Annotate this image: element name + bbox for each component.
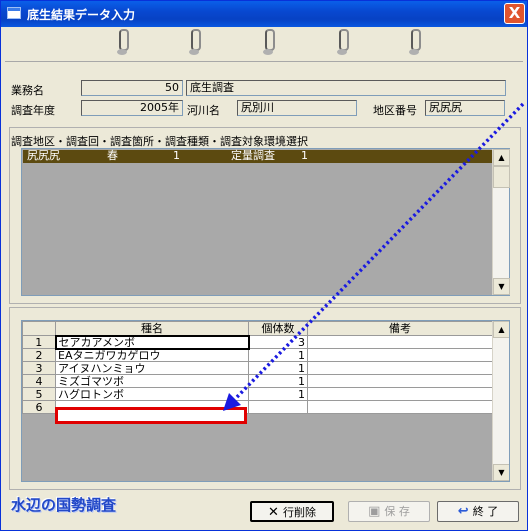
row-number: 1 xyxy=(22,335,56,349)
list-kasho: 1 xyxy=(173,149,180,162)
name-cell[interactable]: アイヌハンミョウ xyxy=(55,361,249,375)
exit-arrow-icon: ↩ xyxy=(457,504,469,519)
column-header-note[interactable]: 備考 xyxy=(307,321,493,336)
kasen-label: 河川名 xyxy=(187,104,220,117)
list-chiku: 尻尻尻 xyxy=(27,149,60,162)
nendo-field: 2005年 xyxy=(81,100,183,116)
note-cell[interactable] xyxy=(307,348,493,362)
delete-row-button[interactable]: ✕ 行削除 xyxy=(250,501,334,522)
note-cell[interactable] xyxy=(307,335,493,349)
count-cell[interactable] xyxy=(248,400,308,414)
species-grid[interactable]: 種名 個体数 備考 1 セアカアメンボ 3 2 EAタニガワカゲロウ 1 3 ア… xyxy=(21,320,510,482)
title-bar: 底生結果データ入力 X xyxy=(1,1,527,27)
exit-button[interactable]: ↩ 終 了 xyxy=(437,501,519,522)
spiral-ring-icon xyxy=(189,27,201,57)
row-number: 2 xyxy=(22,348,56,362)
x-icon: ✕ xyxy=(268,505,279,520)
window-icon xyxy=(7,7,21,19)
list-kankyo: 1 xyxy=(301,149,308,162)
chiku-field: 尻尻尻 xyxy=(425,100,505,116)
list-shurui: 定量調査 xyxy=(231,149,275,162)
count-cell[interactable]: 3 xyxy=(248,335,308,349)
nendo-label: 調査年度 xyxy=(11,104,55,117)
name-cell[interactable]: ミズゴマツボ xyxy=(55,374,249,388)
count-cell[interactable]: 1 xyxy=(248,374,308,388)
save-button[interactable]: ▣ 保 存 xyxy=(348,501,430,522)
spiral-ring-icon xyxy=(117,27,129,57)
table-row[interactable]: 5 ハグロトンボ 1 xyxy=(22,387,493,401)
grid-scrollbar[interactable]: ▲ ▼ xyxy=(492,321,509,481)
name-cell[interactable]: EAタニガワカゲロウ xyxy=(55,348,249,362)
chiku-label: 地区番号 xyxy=(373,104,417,117)
note-cell[interactable] xyxy=(307,361,493,375)
note-cell[interactable] xyxy=(307,387,493,401)
list-item[interactable]: 尻尻尻 春 1 定量調査 1 xyxy=(23,150,492,163)
species-table: 種名 個体数 備考 1 セアカアメンボ 3 2 EAタニガワカゲロウ 1 3 ア… xyxy=(22,321,493,414)
name-cell[interactable]: ハグロトンボ xyxy=(55,387,249,401)
note-cell[interactable] xyxy=(307,400,493,414)
selection-label: 調査地区・調査回・調査箇所・調査種類・調査対象環境選択 xyxy=(11,135,308,148)
table-row[interactable]: 1 セアカアメンボ 3 xyxy=(22,334,493,350)
row-number: 6 xyxy=(22,400,56,414)
listbox-scrollbar[interactable]: ▲ ▼ xyxy=(492,149,510,295)
scroll-thumb[interactable] xyxy=(493,166,510,188)
gyomu-name-field: 底生調査 xyxy=(186,80,506,96)
count-cell[interactable]: 1 xyxy=(248,361,308,375)
new-row-name-input[interactable] xyxy=(55,407,247,424)
delete-row-label: 行削除 xyxy=(282,506,316,519)
row-number: 3 xyxy=(22,361,56,375)
floppy-disk-icon: ▣ xyxy=(368,504,381,519)
row-number: 4 xyxy=(22,374,56,388)
exit-label: 終 了 xyxy=(472,505,499,518)
count-cell[interactable]: 1 xyxy=(248,387,308,401)
grid-header-row: 種名 個体数 備考 xyxy=(22,321,493,336)
column-header-count[interactable]: 個体数 xyxy=(248,321,308,336)
separator xyxy=(5,61,523,62)
table-row[interactable]: 3 アイヌハンミョウ 1 xyxy=(22,361,493,375)
kasen-field: 尻別川 xyxy=(237,100,357,116)
triangle-down-icon[interactable]: ▼ xyxy=(493,464,509,481)
triangle-up-icon[interactable]: ▲ xyxy=(493,149,510,166)
row-header-corner xyxy=(22,321,56,336)
triangle-up-icon[interactable]: ▲ xyxy=(493,321,509,338)
spiral-ring-icon xyxy=(337,27,349,57)
window-title: 底生結果データ入力 xyxy=(27,8,136,22)
gyomu-no-field: 50 xyxy=(81,80,183,96)
count-cell[interactable]: 1 xyxy=(248,348,308,362)
gyomu-label: 業務名 xyxy=(11,84,44,97)
row-number: 5 xyxy=(22,387,56,401)
table-row[interactable]: 4 ミズゴマツボ 1 xyxy=(22,374,493,388)
triangle-down-icon[interactable]: ▼ xyxy=(493,278,510,295)
name-cell[interactable]: セアカアメンボ xyxy=(54,334,250,350)
selection-listbox[interactable]: 尻尻尻 春 1 定量調査 1 ▲ ▼ xyxy=(21,148,510,296)
data-entry-window: 底生結果データ入力 X 業務名 50 底生調査 調査年度 2005年 河川名 尻… xyxy=(0,0,528,531)
save-label: 保 存 xyxy=(384,505,410,518)
spiral-ring-icon xyxy=(409,27,421,57)
column-header-name[interactable]: 種名 xyxy=(55,321,249,336)
table-row[interactable]: 2 EAタニガワカゲロウ 1 xyxy=(22,348,493,362)
brand-logo: 水辺の国勢調査 xyxy=(11,496,117,514)
close-button[interactable]: X xyxy=(504,3,525,24)
note-cell[interactable] xyxy=(307,374,493,388)
list-kai: 春 xyxy=(107,149,118,162)
spiral-ring-icon xyxy=(263,27,275,57)
